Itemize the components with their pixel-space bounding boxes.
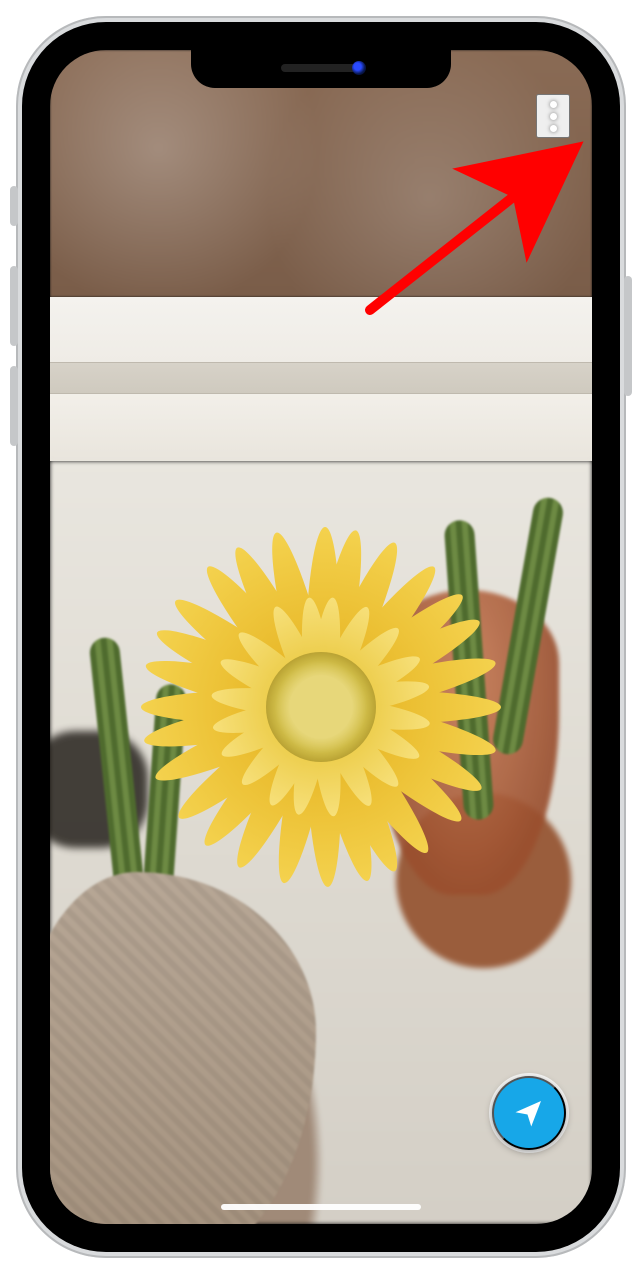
phone-bezel (22, 22, 620, 1252)
home-indicator[interactable] (221, 1204, 421, 1210)
volume-up-button (10, 266, 18, 346)
screen (50, 50, 592, 1224)
more-vertical-icon (550, 101, 557, 108)
mute-switch (10, 186, 18, 226)
earpiece-speaker (281, 64, 361, 72)
photo-flower-center (266, 652, 376, 762)
notch (191, 50, 451, 88)
photo-preview (50, 50, 592, 1224)
more-options-button[interactable] (536, 94, 570, 138)
phone-frame (16, 16, 626, 1258)
send-icon (511, 1095, 547, 1131)
more-vertical-icon (550, 125, 557, 132)
send-button[interactable] (492, 1076, 566, 1150)
photo-flower (141, 527, 501, 887)
side-power-button (624, 276, 632, 396)
photo-window-sill (50, 297, 592, 461)
more-vertical-icon (550, 113, 557, 120)
front-camera (352, 61, 366, 75)
volume-down-button (10, 366, 18, 446)
